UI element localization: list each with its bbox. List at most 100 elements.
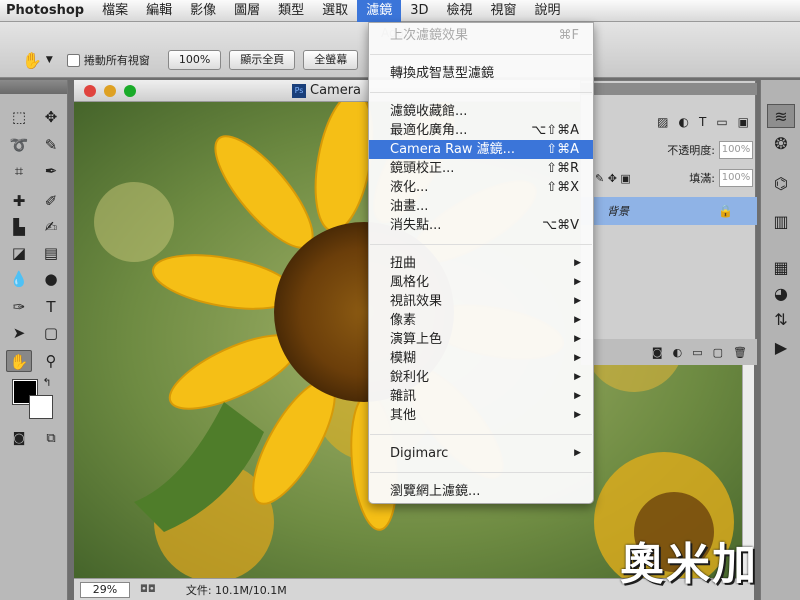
menu-filter[interactable]: 濾鏡 xyxy=(357,0,402,22)
menu-item-browse-online[interactable]: 瀏覽網上濾鏡... xyxy=(369,482,593,501)
menu-file[interactable]: 檔案 xyxy=(93,0,137,22)
swap-colors-icon[interactable]: ↰ xyxy=(40,372,54,394)
path-select-icon[interactable]: ➤ xyxy=(6,322,32,344)
type-icon[interactable]: T xyxy=(38,296,64,318)
swatches-grid-icon[interactable]: ▦ xyxy=(767,256,795,280)
menu-3d[interactable]: 3D xyxy=(401,0,437,22)
fill-field[interactable]: 100% xyxy=(719,169,753,187)
scroll-all-checkbox[interactable] xyxy=(66,53,80,67)
menu-image[interactable]: 影像 xyxy=(181,0,225,22)
paths-icon[interactable]: ⌬ xyxy=(767,172,795,196)
type-filter-icon[interactable]: T xyxy=(699,115,706,129)
menu-item-sharpen[interactable]: 銳利化 ▶ xyxy=(369,368,593,387)
opacity-field[interactable]: 100% xyxy=(719,141,753,159)
stamp-icon[interactable]: ▙ xyxy=(6,216,32,238)
color-palette-icon[interactable]: ◕ xyxy=(767,282,795,306)
menu-item-oil-paint[interactable]: 油畫... xyxy=(369,197,593,216)
menu-type[interactable]: 類型 xyxy=(269,0,313,22)
menu-item-lens-correction[interactable]: 鏡頭校正... ⇧⌘R xyxy=(369,159,593,178)
brush-icon[interactable]: ✐ xyxy=(38,190,64,212)
submenu-arrow-icon: ▶ xyxy=(574,296,581,306)
quick-select-icon[interactable]: ✎ xyxy=(38,134,64,156)
zoom-level-field[interactable]: 29% xyxy=(80,581,130,598)
adjustment-filter-icon[interactable]: ◐ xyxy=(678,115,688,129)
menu-item-distort[interactable]: 扭曲 ▶ xyxy=(369,254,593,273)
menu-item-video[interactable]: 視訊效果 ▶ xyxy=(369,292,593,311)
menu-item-filter-gallery[interactable]: 濾鏡收藏館... xyxy=(369,102,593,121)
menu-item-render[interactable]: 演算上色 ▶ xyxy=(369,330,593,349)
mask-icon[interactable]: ◙ xyxy=(652,346,663,359)
shape-filter-icon[interactable]: ▭ xyxy=(716,115,727,129)
menu-photoshop[interactable]: Photoshop xyxy=(0,0,93,22)
screen-mode-icon[interactable]: ⧉ xyxy=(38,428,64,450)
menu-item-label: 銳利化 xyxy=(390,370,430,385)
zoom-window-icon[interactable] xyxy=(124,85,136,97)
submenu-arrow-icon: ▶ xyxy=(574,353,581,363)
menu-help[interactable]: 說明 xyxy=(526,0,570,22)
adjustments-icon[interactable]: ⇅ xyxy=(767,308,795,332)
menu-item-stylize[interactable]: 風格化 ▶ xyxy=(369,273,593,292)
menu-shortcut: ⌘F xyxy=(558,28,579,43)
new-layer-icon[interactable]: ▢ xyxy=(713,346,723,359)
eyedropper-icon[interactable]: ✒ xyxy=(38,160,64,182)
fill-screen-button[interactable]: 全螢幕 xyxy=(303,50,359,70)
move-icon[interactable]: ✥ xyxy=(38,106,64,128)
marquee-icon[interactable]: ⬚ xyxy=(6,106,32,128)
hand-icon[interactable]: ✋ xyxy=(6,350,32,372)
shape-icon[interactable]: ▢ xyxy=(38,322,64,344)
history-brush-icon[interactable]: ✍ xyxy=(38,216,64,238)
adjustment-layer-icon[interactable]: ◐ xyxy=(673,346,683,359)
lock-icon: 🔒 xyxy=(718,204,733,218)
menu-item-adaptive-wide-angle[interactable]: 最適化廣角... ⌥⇧⌘A xyxy=(369,121,593,140)
menu-item-digimarc[interactable]: Digimarc ▶ xyxy=(369,444,593,463)
actual-pixels-button[interactable]: 100% xyxy=(167,50,222,70)
smart-filter-icon[interactable]: ▣ xyxy=(738,115,749,129)
menu-item-pixelate[interactable]: 像素 ▶ xyxy=(369,311,593,330)
minimize-icon[interactable] xyxy=(104,85,116,97)
close-icon[interactable] xyxy=(84,85,96,97)
layers-panel-header[interactable] xyxy=(581,83,757,95)
quick-mask-icon[interactable]: ◙ xyxy=(6,428,32,450)
menu-layer[interactable]: 圖層 xyxy=(225,0,269,22)
menu-edit[interactable]: 編輯 xyxy=(137,0,181,22)
menu-view[interactable]: 檢視 xyxy=(437,0,481,22)
menu-item-last-filter[interactable]: 上次濾鏡效果 ⌘F xyxy=(369,26,593,45)
menu-item-vanishing-point[interactable]: 消失點... ⌥⌘V xyxy=(369,216,593,235)
group-folder-icon[interactable]: ▭ xyxy=(692,346,702,359)
dodge-icon[interactable]: ● xyxy=(38,268,64,290)
layer-actions-row: ◙ ◐ ▭ ▢ 🗑 xyxy=(581,339,757,365)
menu-item-label: 風格化 xyxy=(390,275,430,290)
properties-icon[interactable]: ▥ xyxy=(767,210,795,234)
pen-icon[interactable]: ✑ xyxy=(6,296,32,318)
image-filter-icon[interactable]: ▨ xyxy=(657,115,668,129)
crop-icon[interactable]: ⌗ xyxy=(6,160,32,182)
menu-select[interactable]: 選取 xyxy=(313,0,357,22)
eraser-icon[interactable]: ◪ xyxy=(6,242,32,264)
lock-icons[interactable]: ✎ ✥ ▣ xyxy=(595,172,631,185)
menu-item-liquify[interactable]: 液化... ⇧⌘X xyxy=(369,178,593,197)
play-icon[interactable]: ▶ xyxy=(767,336,795,360)
trash-icon[interactable]: 🗑 xyxy=(733,346,747,359)
healing-brush-icon[interactable]: ✚ xyxy=(6,190,32,212)
tools-panel: ⬚ ✥ ➰ ✎ ⌗ ✒ ✚ ✐ ▙ ✍ ◪ ▤ 💧 ● ✑ T ➤ ▢ ✋ ⚲ … xyxy=(0,80,68,600)
tools-panel-header[interactable] xyxy=(0,80,67,94)
menu-window[interactable]: 視窗 xyxy=(482,0,526,22)
menu-item-blur[interactable]: 模糊 ▶ xyxy=(369,349,593,368)
channels-icon[interactable]: ❂ xyxy=(767,132,795,156)
layers-stack-icon[interactable]: ≋ xyxy=(767,104,795,128)
menu-item-noise[interactable]: 雜訊 ▶ xyxy=(369,387,593,406)
background-color-swatch[interactable] xyxy=(29,395,53,419)
menu-separator xyxy=(370,54,592,55)
menu-item-smart-filters[interactable]: 轉換成智慧型濾鏡 xyxy=(369,64,593,83)
menu-item-camera-raw[interactable]: Camera Raw 濾鏡... ⇧⌘A xyxy=(369,140,593,159)
menu-item-other[interactable]: 其他 ▶ xyxy=(369,406,593,425)
fit-screen-button[interactable]: 顯示全頁 xyxy=(229,50,296,70)
lasso-icon[interactable]: ➰ xyxy=(6,134,32,156)
blur-icon[interactable]: 💧 xyxy=(6,268,32,290)
layer-row-background[interactable]: 背景 🔒 xyxy=(581,197,757,225)
zoom-icon[interactable]: ⚲ xyxy=(38,350,64,372)
hand-tool-icon[interactable]: ✋ xyxy=(22,51,42,70)
chevron-down-icon[interactable]: ▼ xyxy=(46,55,53,65)
gradient-icon[interactable]: ▤ xyxy=(38,242,64,264)
layers-panel: ▨ ◐ T ▭ ▣ 不透明度: 100% ✎ ✥ ▣ 填滿: 100% 背景 🔒… xyxy=(580,80,757,365)
